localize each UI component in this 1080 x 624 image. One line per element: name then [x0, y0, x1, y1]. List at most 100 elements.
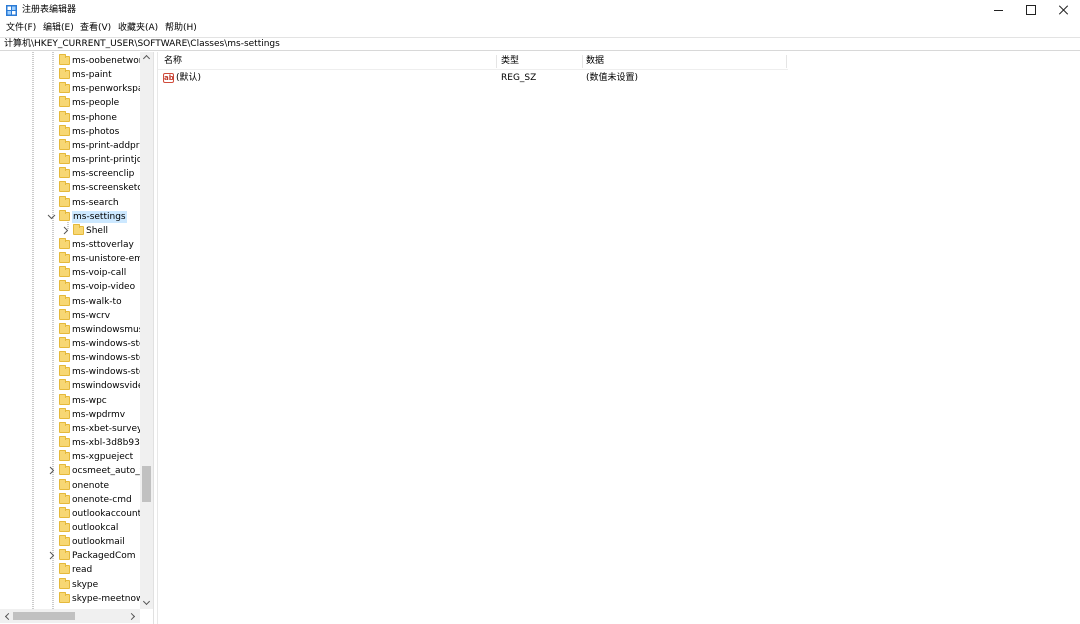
tree-item[interactable]: outlookcal — [0, 520, 140, 535]
tree-item[interactable]: ms-screensketch — [0, 181, 140, 195]
string-value-icon: ab — [163, 73, 174, 83]
scroll-left-arrow-icon[interactable] — [2, 611, 12, 621]
column-header-data[interactable]: 数据 — [586, 55, 604, 69]
menu-edit[interactable]: 编辑(E) — [43, 23, 74, 34]
tree-item[interactable]: ocsmeet_auto_fil — [0, 464, 140, 478]
tree-item[interactable]: ms-wcrv — [0, 308, 140, 323]
tree-item[interactable]: ms-xbl-3d8b930 — [0, 436, 140, 450]
tree-item-label: outlookaccounts — [72, 508, 140, 519]
tree-item-label: ms-xbet-survey — [72, 423, 140, 434]
tree-horizontal-scrollbar[interactable] — [0, 609, 140, 623]
tree-item[interactable]: ms-settings — [0, 209, 140, 224]
tree-item[interactable]: ms-penworkspa — [0, 82, 140, 96]
tree-item[interactable]: ms-voip-call — [0, 266, 140, 280]
tree-item-label: ms-oobenetworl — [72, 56, 140, 66]
tree-item[interactable]: read — [0, 563, 140, 577]
tree-item[interactable]: Shell — [0, 223, 140, 238]
column-header-type[interactable]: 类型 — [501, 55, 519, 69]
tree-item[interactable]: onenote — [0, 478, 140, 493]
tree-vertical-scrollbar[interactable] — [140, 52, 153, 609]
folder-icon — [59, 266, 70, 278]
tree-item[interactable]: ms-sttoverlay — [0, 237, 140, 252]
column-divider[interactable] — [786, 55, 787, 68]
folder-icon — [59, 351, 70, 363]
chevron-down-icon[interactable] — [47, 212, 56, 221]
menu-file[interactable]: 文件(F) — [6, 23, 36, 34]
column-header-name[interactable]: 名称 — [164, 55, 182, 69]
tree-item[interactable]: ms-xgpueject — [0, 450, 140, 464]
folder-icon — [59, 209, 70, 221]
tree-item[interactable]: mswindowsmusi — [0, 322, 140, 337]
tree-item[interactable]: ms-photos — [0, 124, 140, 139]
minimize-button[interactable] — [982, 0, 1015, 21]
folder-icon — [59, 195, 70, 207]
chevron-right-icon[interactable] — [47, 466, 56, 475]
tree-item[interactable]: ms-search — [0, 195, 140, 210]
tree-item[interactable]: ms-oobenetworl — [0, 54, 140, 68]
close-button[interactable] — [1047, 0, 1080, 21]
tree-item-label: ms-voip-call — [72, 268, 127, 279]
tree-item[interactable]: ms-walk-to — [0, 294, 140, 309]
tree-item[interactable]: ms-voip-video — [0, 280, 140, 294]
tree-item[interactable]: skype — [0, 577, 140, 592]
tree-item-label: ms-phone — [72, 112, 117, 123]
vertical-scroll-thumb[interactable] — [142, 466, 151, 502]
chevron-right-icon[interactable] — [47, 551, 56, 560]
chevron-right-icon[interactable] — [61, 226, 70, 235]
tree-item[interactable]: ms-unistore-ema — [0, 252, 140, 266]
tree-item[interactable]: ms-paint — [0, 68, 140, 82]
tree-item[interactable]: ms-windows-sto — [0, 337, 140, 351]
values-list: 名称 类型 数据 ab (默认) REG_SZ (数值未设置) — [157, 52, 1080, 624]
folder-icon — [59, 379, 70, 391]
folder-icon — [59, 96, 70, 108]
scroll-right-arrow-icon[interactable] — [128, 611, 138, 621]
tree-item[interactable]: outlookaccounts — [0, 506, 140, 521]
tree-item[interactable]: ms-print-printjol — [0, 153, 140, 167]
folder-icon — [59, 237, 70, 249]
tree-item-label: ms-screenclip — [72, 169, 135, 180]
scroll-down-arrow-icon[interactable] — [141, 597, 152, 608]
tree-item[interactable]: PackagedCom — [0, 549, 140, 563]
folder-icon — [59, 294, 70, 306]
tree-item[interactable]: ms-phone — [0, 110, 140, 125]
address-path: 计算机\HKEY_CURRENT_USER\SOFTWARE\Classes\m… — [4, 39, 280, 49]
tree-item[interactable]: skype-meetnow — [0, 591, 140, 606]
window-title: 注册表编辑器 — [22, 5, 77, 15]
folder-icon — [59, 252, 70, 264]
list-header: 名称 类型 数据 — [158, 52, 788, 70]
tree-item[interactable]: ms-windows-sto — [0, 365, 140, 379]
column-divider[interactable] — [582, 55, 583, 68]
tree-item[interactable]: ms-screenclip — [0, 167, 140, 181]
tree-item-label: ms-people — [72, 98, 120, 109]
menu-help[interactable]: 帮助(H) — [165, 23, 197, 34]
tree-item-label: skype-meetnow — [72, 593, 140, 604]
tree-item[interactable]: ms-windows-sto — [0, 351, 140, 365]
column-divider[interactable] — [496, 55, 497, 68]
folder-icon — [59, 68, 70, 80]
table-row[interactable]: ab (默认) REG_SZ (数值未设置) — [158, 71, 788, 86]
tree-item[interactable]: ms-wpc — [0, 393, 140, 408]
tree-item-label: ms-windows-sto — [72, 353, 140, 364]
tree-item[interactable]: ms-wpdrmv — [0, 407, 140, 422]
folder-icon — [59, 577, 70, 589]
folder-icon — [59, 520, 70, 532]
tree-item[interactable]: ms-people — [0, 96, 140, 110]
tree-item[interactable]: ms-xbet-survey — [0, 421, 140, 436]
maximize-button[interactable] — [1014, 0, 1047, 21]
tree-item[interactable]: mswindowsvideo — [0, 379, 140, 393]
tree-item-label: outlookmail — [72, 537, 125, 548]
tree-item[interactable]: ms-print-addprii — [0, 138, 140, 153]
folder-icon — [59, 591, 70, 603]
tree-item[interactable]: outlookmail — [0, 535, 140, 549]
folder-icon — [59, 337, 70, 348]
folder-icon — [59, 167, 70, 179]
tree-item-label: ms-wcrv — [72, 310, 111, 321]
tree-item[interactable]: onenote-cmd — [0, 492, 140, 507]
title-bar: 注册表编辑器 — [0, 0, 1080, 21]
horizontal-scroll-thumb[interactable] — [13, 612, 75, 620]
menu-view[interactable]: 查看(V) — [80, 23, 111, 34]
address-bar[interactable]: 计算机\HKEY_CURRENT_USER\SOFTWARE\Classes\m… — [0, 37, 1080, 51]
menu-favorites[interactable]: 收藏夹(A) — [118, 23, 158, 34]
scroll-up-arrow-icon[interactable] — [141, 52, 152, 63]
folder-icon — [59, 436, 70, 448]
